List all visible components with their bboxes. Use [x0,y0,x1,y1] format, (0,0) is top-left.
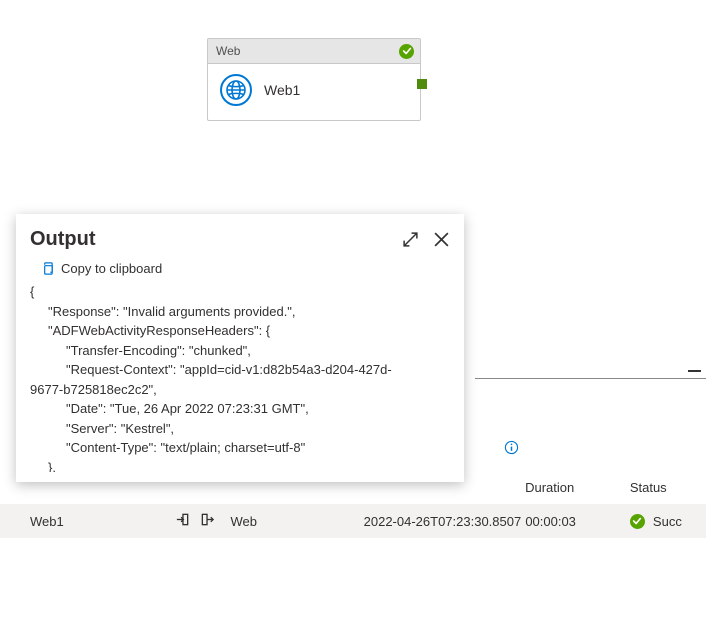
json-line: "Content-Type": "text/plain; charset=utf… [30,438,446,458]
output-json-content[interactable]: { "Response": "Invalid arguments provide… [30,282,450,472]
table-header-row: Duration Status [30,480,706,495]
success-status-icon [630,514,645,529]
row-activity-name: Web1 [30,514,64,529]
copy-icon [40,261,55,276]
activity-name-label: Web1 [264,82,300,98]
output-panel: Output Copy to clipboard { [16,214,464,482]
collapse-icon[interactable] [688,370,701,372]
info-icon[interactable] [504,440,519,460]
json-line: }, [30,458,446,473]
row-run-start: 2022-04-26T07:23:30.8507 [364,514,526,529]
json-line: "Request-Context": "appId=cid-v1:d82b54a… [30,360,446,380]
output-port[interactable] [417,79,427,89]
output-title-row: Output [30,228,450,251]
copy-to-clipboard-button[interactable]: Copy to clipboard [40,261,450,276]
activity-type-label: Web [216,44,240,58]
json-line: "Response": "Invalid arguments provided.… [30,302,446,322]
copy-label: Copy to clipboard [61,261,162,276]
expand-icon[interactable] [402,231,419,248]
row-activity-type: Web [231,514,364,529]
output-icon[interactable] [200,512,215,530]
activity-header: Web [208,39,420,64]
globe-icon [220,74,252,106]
json-line: "Date": "Tue, 26 Apr 2022 07:23:31 GMT", [30,399,446,419]
json-line: 9677-b725818ec2c2", [30,382,157,397]
success-status-icon [399,44,414,59]
column-header-status[interactable]: Status [630,480,706,495]
close-icon[interactable] [433,231,450,248]
output-panel-title: Output [30,228,96,251]
web-activity-node[interactable]: Web Web1 [207,38,421,121]
row-status-label: Succ [653,514,682,529]
column-header-duration[interactable]: Duration [525,480,630,495]
json-line: "Transfer-Encoding": "chunked", [30,341,446,361]
section-divider [475,378,706,379]
json-line: "Server": "Kestrel", [30,419,446,439]
row-status: Succ [630,514,706,529]
json-line: "ADFWebActivityResponseHeaders": { [30,321,446,341]
row-duration: 00:00:03 [525,514,630,529]
json-line: { [30,284,34,299]
input-icon[interactable] [175,512,190,530]
table-row[interactable]: Web1 Web 2022-0 [0,504,706,538]
activity-body: Web1 [208,64,420,120]
